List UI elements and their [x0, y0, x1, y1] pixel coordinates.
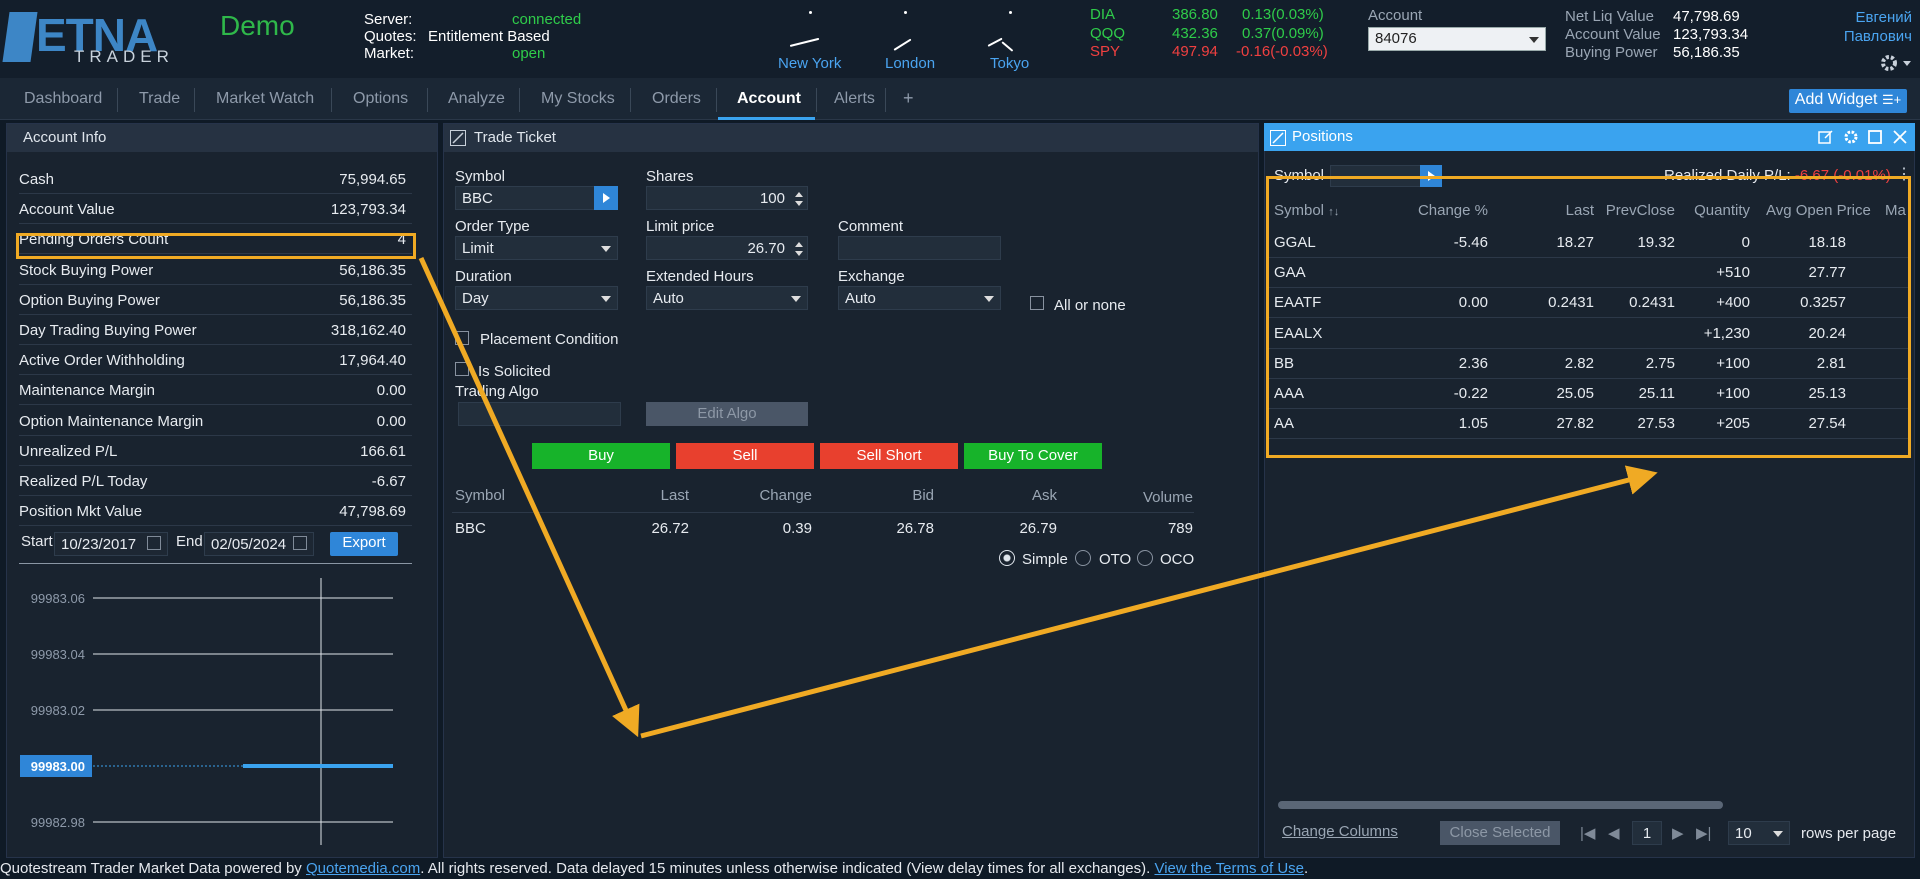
terms-link[interactable]: View the Terms of Use	[1154, 860, 1304, 877]
annotation-arrows	[418, 256, 1658, 739]
quotemedia-link[interactable]: Quotemedia.com	[306, 860, 420, 877]
footer: Quotestream Trader Market Data powered b…	[0, 860, 1309, 877]
